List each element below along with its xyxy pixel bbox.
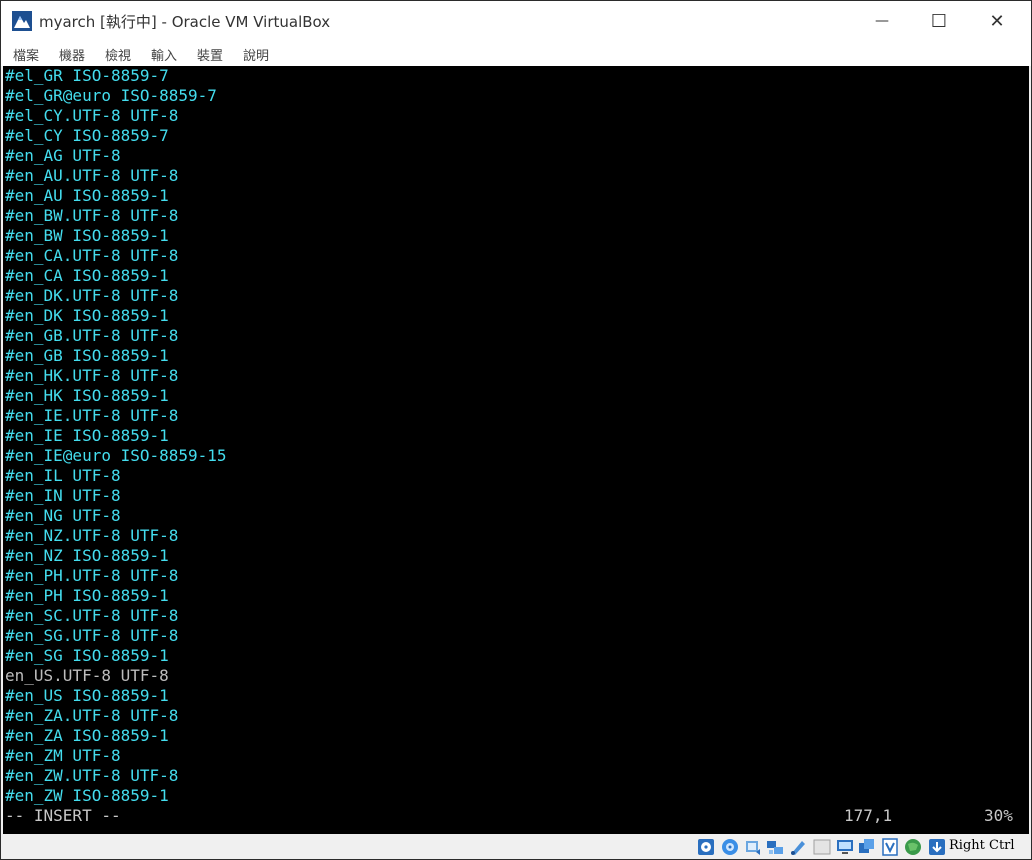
console-line: #en_CA.UTF-8 UTF-8 (5, 246, 179, 265)
minimize-button[interactable]: — (853, 1, 911, 41)
console-line: #en_BW.UTF-8 UTF-8 (5, 206, 179, 225)
host-key-label: Right Ctrl (949, 838, 1015, 853)
console-line: #el_CY.UTF-8 UTF-8 (5, 106, 179, 125)
menu-devices[interactable]: 裝置 (197, 45, 223, 64)
minimize-icon: — (875, 13, 889, 29)
window-title: myarch [執行中] - Oracle VM VirtualBox (39, 13, 331, 31)
close-icon: ✕ (989, 10, 1005, 32)
menu-machine[interactable]: 機器 (59, 45, 85, 64)
console-line-active: en_US.UTF-8 UTF-8 (5, 666, 169, 685)
console-line: #en_IL UTF-8 (5, 466, 121, 485)
virtualization-icon[interactable] (881, 838, 899, 856)
console-line: #en_AG UTF-8 (5, 146, 121, 165)
console-line: #en_IE ISO-8859-1 (5, 426, 169, 445)
console-line: #en_BW ISO-8859-1 (5, 226, 169, 245)
virtualbox-app-icon (12, 11, 32, 31)
menu-file[interactable]: 檔案 (13, 45, 39, 64)
display-icon[interactable] (836, 838, 854, 856)
console-line: #en_AU.UTF-8 UTF-8 (5, 166, 179, 185)
console-line: #el_CY ISO-8859-7 (5, 126, 169, 145)
console-line: #en_GB ISO-8859-1 (5, 346, 169, 365)
cursor-position: 177,1 (844, 806, 893, 825)
virtualbox-window: myarch [執行中] - Oracle VM VirtualBox — ☐ … (0, 0, 1032, 860)
console-line: #en_ZW ISO-8859-1 (5, 786, 169, 805)
vim-mode-indicator: -- INSERT -- (5, 806, 121, 825)
console-line: #en_SG.UTF-8 UTF-8 (5, 626, 179, 645)
console-line: #en_SG ISO-8859-1 (5, 646, 169, 665)
maximize-icon: ☐ (930, 10, 948, 32)
console-line: #en_ZA ISO-8859-1 (5, 726, 169, 745)
console-line: #en_CA ISO-8859-1 (5, 266, 169, 285)
console-line: #en_GB.UTF-8 UTF-8 (5, 326, 179, 345)
console-line: #en_US ISO-8859-1 (5, 686, 169, 705)
console-line: #en_PH.UTF-8 UTF-8 (5, 566, 179, 585)
console-line: #en_HK.UTF-8 UTF-8 (5, 366, 179, 385)
title-bar[interactable]: myarch [執行中] - Oracle VM VirtualBox — ☐ … (1, 1, 1031, 41)
guest-os-icon[interactable] (904, 838, 922, 856)
menu-view[interactable]: 檢視 (105, 45, 131, 64)
console-line: #en_IE.UTF-8 UTF-8 (5, 406, 179, 425)
console-line: #en_HK ISO-8859-1 (5, 386, 169, 405)
console-line: #en_PH ISO-8859-1 (5, 586, 169, 605)
console-line: #el_GR@euro ISO-8859-7 (5, 86, 217, 105)
console-line: #en_ZA.UTF-8 UTF-8 (5, 706, 179, 725)
console-line: #en_NZ.UTF-8 UTF-8 (5, 526, 179, 545)
shared-folders-icon[interactable] (813, 838, 831, 856)
audio-icon[interactable] (744, 838, 762, 856)
console-line: #el_GR ISO-8859-7 (5, 66, 169, 85)
close-button[interactable]: ✕ (968, 1, 1026, 41)
console-line: #en_DK ISO-8859-1 (5, 306, 169, 325)
network-icon[interactable] (766, 838, 784, 856)
vm-console-screen[interactable]: #el_GR ISO-8859-7 #el_GR@euro ISO-8859-7… (3, 66, 1029, 834)
optical-drive-icon[interactable] (721, 838, 739, 856)
maximize-button[interactable]: ☐ (910, 1, 968, 41)
menu-bar: 檔案 機器 檢視 輸入 裝置 說明 (1, 41, 1031, 66)
console-line: #en_IE@euro ISO-8859-15 (5, 446, 227, 465)
console-line: #en_NZ ISO-8859-1 (5, 546, 169, 565)
console-line: #en_IN UTF-8 (5, 486, 121, 505)
video-capture-icon[interactable] (858, 838, 876, 856)
console-line: #en_NG UTF-8 (5, 506, 121, 525)
console-line: #en_ZM UTF-8 (5, 746, 121, 765)
scroll-percent: 30% (984, 806, 1013, 825)
usb-icon[interactable] (789, 838, 807, 856)
keyboard-icon[interactable] (928, 838, 946, 856)
console-line: #en_ZW.UTF-8 UTF-8 (5, 766, 179, 785)
menu-help[interactable]: 說明 (243, 45, 269, 64)
menu-input[interactable]: 輸入 (151, 45, 177, 64)
vm-status-bar: Right Ctrl (1, 834, 1031, 859)
console-line: #en_DK.UTF-8 UTF-8 (5, 286, 179, 305)
console-line: #en_AU ISO-8859-1 (5, 186, 169, 205)
hard-disk-icon[interactable] (697, 838, 715, 856)
console-line: #en_SC.UTF-8 UTF-8 (5, 606, 179, 625)
